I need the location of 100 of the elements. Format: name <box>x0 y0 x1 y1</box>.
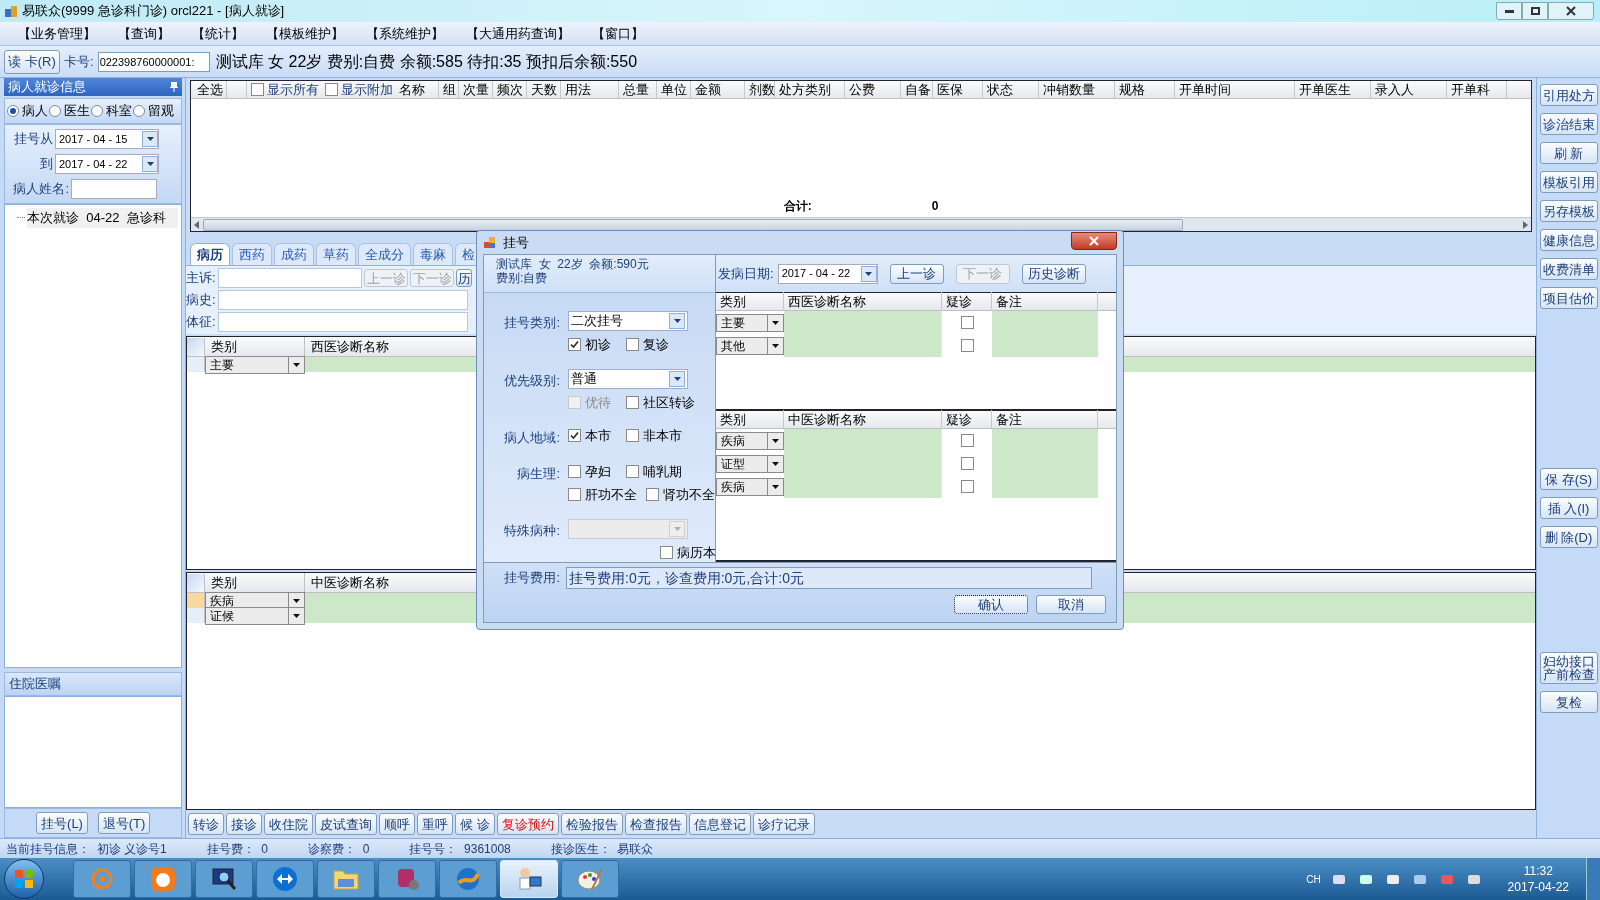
pin-icon[interactable] <box>170 82 178 92</box>
taskbar-button[interactable] <box>134 860 192 898</box>
action-button[interactable]: 诊疗记录 <box>752 813 815 835</box>
name-field[interactable] <box>71 179 157 199</box>
radio-option[interactable]: 留观 <box>133 101 174 121</box>
side-button[interactable]: 诊治结束 <box>1539 113 1598 135</box>
table-cell[interactable] <box>992 429 1098 452</box>
column-header[interactable]: 用法 <box>561 81 619 98</box>
corner-cell[interactable] <box>187 573 205 592</box>
dropdown-button[interactable] <box>142 156 158 172</box>
nav-button[interactable]: 历史诊断 <box>1021 263 1086 284</box>
menu-item[interactable]: 【模板维护】 <box>266 23 344 44</box>
checkbox[interactable] <box>626 429 639 443</box>
column-header[interactable]: 处方类别 <box>775 81 845 98</box>
category-dropdown[interactable]: 主要 <box>716 313 784 332</box>
column-header[interactable]: 组 <box>439 81 459 98</box>
date-picker[interactable]: 2017 - 04 - 15 <box>55 129 159 149</box>
date-picker[interactable]: 2017 - 04 - 22 <box>777 263 878 284</box>
clock-date[interactable]: 2017-04-22 <box>1507 879 1569 895</box>
taskbar-button[interactable] <box>317 860 375 898</box>
side-button[interactable]: 健康信息 <box>1539 229 1598 251</box>
menu-item[interactable]: 【系统维护】 <box>366 23 444 44</box>
column-header[interactable]: 总量 <box>619 81 657 98</box>
taskbar-button[interactable] <box>195 860 253 898</box>
menu-item[interactable]: 【查询】 <box>118 23 170 44</box>
checkbox[interactable] <box>960 457 974 470</box>
show-desktop-button[interactable] <box>1586 858 1600 900</box>
action-button[interactable]: 检查报告 <box>624 813 687 835</box>
language-indicator[interactable]: CH <box>1306 871 1321 887</box>
column-header[interactable]: 医保 <box>933 81 983 98</box>
side-button[interactable]: 项目估价 <box>1539 287 1598 309</box>
record-field[interactable] <box>218 312 468 332</box>
column-toggle[interactable]: 显示附加 <box>321 81 395 98</box>
checkbox[interactable] <box>626 395 639 409</box>
checkbox[interactable] <box>325 83 338 96</box>
table-cell[interactable] <box>784 475 942 498</box>
column-header[interactable]: 次量 <box>459 81 493 98</box>
column-header[interactable]: 名称 <box>395 81 439 98</box>
checkbox[interactable] <box>626 338 639 352</box>
checkbox[interactable] <box>568 488 581 502</box>
dropdown-button[interactable] <box>860 265 877 282</box>
close-button[interactable] <box>1548 2 1594 20</box>
dropdown-button[interactable] <box>142 131 158 147</box>
checkbox[interactable] <box>251 83 264 96</box>
menu-item[interactable]: 【业务管理】 <box>18 23 96 44</box>
column-header[interactable]: 单位 <box>657 81 691 98</box>
horizontal-scrollbar[interactable] <box>191 217 1531 231</box>
taskbar-button[interactable] <box>561 860 619 898</box>
side-button[interactable]: 收费清单 <box>1539 258 1598 280</box>
menu-item[interactable]: 【统计】 <box>192 23 244 44</box>
column-header[interactable]: 自备 <box>901 81 933 98</box>
action-button[interactable]: 皮试查询 <box>315 813 377 835</box>
tree-item[interactable]: 本次就诊 04-22 急诊科 <box>27 208 178 228</box>
cancel-button[interactable]: 取消 <box>1036 595 1106 614</box>
column-header[interactable]: 全选 <box>191 81 227 98</box>
side-button[interactable]: 引用处方 <box>1539 84 1598 106</box>
close-button[interactable] <box>1071 231 1117 250</box>
column-header[interactable]: 金额 <box>691 81 745 98</box>
table-cell[interactable] <box>992 475 1098 498</box>
side-button[interactable]: 删 除(D) <box>1539 526 1598 548</box>
start-button[interactable] <box>4 859 44 899</box>
column-toggle[interactable]: 显示所有 <box>247 81 321 98</box>
checkbox[interactable] <box>960 480 974 493</box>
tab[interactable]: 成药 <box>274 243 314 265</box>
side-button[interactable]: 刷 新 <box>1539 142 1598 164</box>
column-header[interactable]: 规格 <box>1115 81 1175 98</box>
tab[interactable]: 西药 <box>232 243 272 265</box>
table-cell[interactable] <box>784 334 942 357</box>
column-header[interactable]: 公费 <box>845 81 901 98</box>
side-button[interactable]: 模板引用 <box>1539 171 1598 193</box>
checkbox[interactable] <box>568 429 581 443</box>
record-field[interactable] <box>218 290 468 310</box>
tab[interactable]: 毒麻 <box>413 243 453 265</box>
action-button[interactable]: 复诊预约 <box>496 813 559 835</box>
checkbox[interactable] <box>960 316 974 329</box>
nav-button[interactable]: 历 <box>456 269 472 287</box>
checkbox[interactable] <box>960 434 974 447</box>
tray-icon[interactable] <box>1358 872 1373 886</box>
tray-icon[interactable] <box>1331 872 1346 886</box>
column-header[interactable]: 状态 <box>983 81 1039 98</box>
column-header[interactable]: 类别 <box>716 291 784 312</box>
side-button[interactable]: 复检 <box>1539 691 1598 713</box>
category-dropdown[interactable]: 证型 <box>716 454 784 473</box>
category-dropdown[interactable]: 其他 <box>716 336 784 355</box>
tab[interactable]: 病历 <box>190 243 230 265</box>
side-button[interactable]: 另存模板 <box>1539 200 1598 222</box>
dropdown-field[interactable]: 普通 <box>568 368 688 389</box>
dropdown-field[interactable]: 二次挂号 <box>568 311 688 331</box>
table-cell[interactable] <box>784 311 942 334</box>
action-button[interactable]: 重呼 <box>417 813 453 835</box>
category-dropdown[interactable]: 证候 <box>205 606 305 625</box>
record-field[interactable] <box>218 268 362 288</box>
category-dropdown[interactable]: 疾病 <box>716 431 784 450</box>
action-button[interactable]: 接诊 <box>226 813 262 835</box>
table-cell[interactable] <box>992 334 1098 357</box>
action-button[interactable]: 顺呼 <box>379 813 415 835</box>
action-button[interactable]: 转诊 <box>188 813 224 835</box>
column-header[interactable]: 剂数 <box>745 81 775 98</box>
read-card-button[interactable]: 读 卡(R) <box>4 49 60 74</box>
menu-item[interactable]: 【大通用药查询】 <box>466 23 570 44</box>
